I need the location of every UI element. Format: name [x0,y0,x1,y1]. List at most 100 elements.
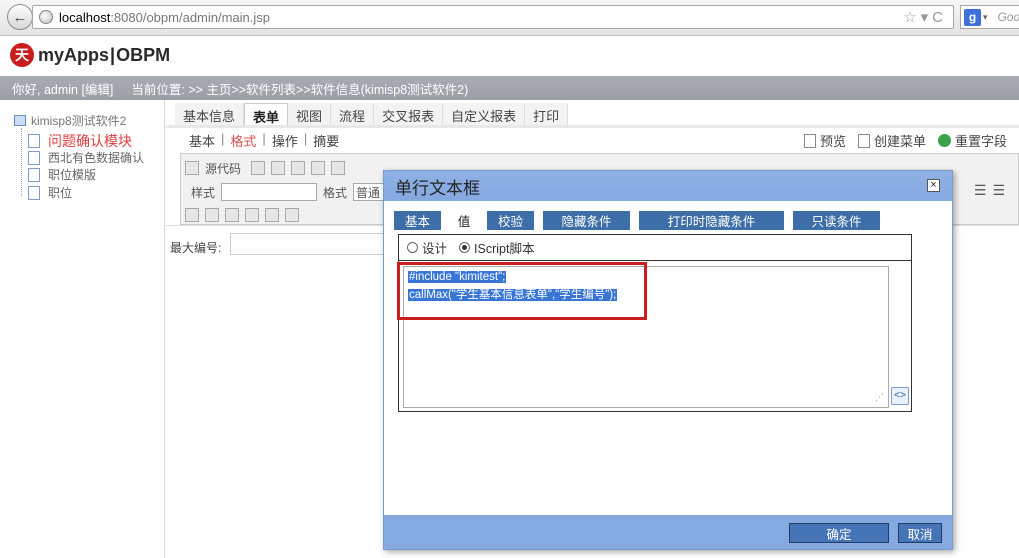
logo-icon: 天 [10,43,34,67]
subtab-format[interactable]: 格式 [224,131,262,150]
dialog-tab-print-hide-condition[interactable]: 打印时隐藏条件 [639,211,784,230]
textarea-icon[interactable] [245,208,259,222]
logo-text-left: myApps [38,44,110,65]
dialog-tabs: 基本 值 校验 隐藏条件 打印时隐藏条件 只读条件 [394,211,889,230]
subtab-basic[interactable]: 基本 [183,131,221,150]
resize-grip-icon[interactable]: ⋰ [875,392,884,403]
cancel-button[interactable]: 取消 [898,523,942,543]
dialog-tab-value[interactable]: 值 [450,211,478,230]
tab-view[interactable]: 视图 [288,103,332,127]
preview-button[interactable]: 预览 [804,131,846,150]
computer-icon [14,115,26,126]
dialog-tab-hide-condition[interactable]: 隐藏条件 [543,211,630,230]
breadcrumb[interactable]: 当前位置: >> 主页>>软件列表>>软件信息(kimisp8测试软件2) [131,79,468,98]
tab-custom-report[interactable]: 自定义报表 [443,103,526,127]
calendar-icon[interactable] [285,208,299,222]
tree-root[interactable]: kimisp8测试软件2 [14,112,126,129]
ok-button[interactable]: 确定 [789,523,889,543]
address-bar[interactable]: localhost:8080/obpm/admin/main.jsp ☆▾C [32,5,954,29]
design-radio[interactable] [407,242,418,253]
main-tabs: 基本信息 表单 视图 流程 交叉报表 自定义报表 打印 [175,103,569,127]
tab-divider [166,125,1019,128]
toolbar-row-2: 样式 格式 普通 [185,181,399,203]
back-button[interactable]: ← [7,4,33,30]
dialog-title: 单行文本框 [395,178,480,198]
sub-tabs: 基本 | 格式 | 操作 | 摘要 [183,131,345,150]
iscript-radio[interactable] [459,242,471,253]
tree-item[interactable]: 西北有色数据确认 [28,149,144,166]
style-label: 样式 [191,185,216,200]
preview-icon[interactable] [271,161,286,175]
search-placeholder: Goo [997,10,1019,24]
design-radio-label[interactable]: 设计 [422,238,447,257]
highlight-box [397,262,647,320]
dialog-tab-basic[interactable]: 基本 [394,211,441,230]
script-helper-icon[interactable]: <> [891,387,909,405]
max-number-label: 最大编号: [170,241,222,255]
bookmark-star-icon[interactable]: ☆▾C [903,8,947,26]
form-actions: 预览 创建菜单 重置字段 [804,131,1019,150]
logo: 天 myApps|OBPM [10,43,170,67]
url-path: :8080/obpm/admin/main.jsp [110,9,271,25]
app-header: 天 myApps|OBPM [0,36,1019,76]
tab-workflow[interactable]: 流程 [331,103,375,127]
document-icon [858,133,870,148]
browser-toolbar: ← localhost:8080/obpm/admin/main.jsp ☆▾C… [0,0,1019,36]
textfield-icon[interactable] [225,208,239,222]
align-icons[interactable]: ☰☰ [974,182,1011,199]
tree-item[interactable]: 职位 [28,184,72,201]
tree-item[interactable]: 职位模版 [28,166,96,183]
radio-icon[interactable] [205,208,219,222]
user-bar: 你好, admin [编辑] 当前位置: >> 主页>>软件列表>>软件信息(k… [0,76,1019,100]
copy-icon[interactable] [251,161,266,175]
textbox-dialog: 单行文本框 × 基本 值 校验 隐藏条件 打印时隐藏条件 只读条件 设计 ISc… [383,170,953,550]
tree-root-label: kimisp8测试软件2 [31,114,127,128]
logo-text-right: OBPM [116,44,171,65]
value-panel: 设计 IScript脚本 #include "kimitest"; callMa… [398,234,912,412]
tab-crosstab[interactable]: 交叉报表 [374,103,444,127]
url-host: localhost [59,9,111,25]
close-icon[interactable]: × [927,179,940,192]
create-menu-button[interactable]: 创建菜单 [858,131,926,150]
iscript-radio-label[interactable]: IScript脚本 [474,238,534,257]
paste-icon[interactable] [331,161,346,175]
tree-item-label: 职位模版 [48,168,97,182]
tree-item[interactable]: 问题确认模块 [28,131,132,151]
template-icon[interactable] [291,161,306,175]
tree-line [21,128,22,196]
document-icon [28,150,40,165]
document-icon [28,134,40,148]
tab-form[interactable]: 表单 [244,103,289,127]
tree-item-label: 职位 [48,186,73,200]
dialog-tab-readonly-condition[interactable]: 只读条件 [793,211,880,230]
google-icon: g [964,8,981,26]
tree-item-label: 问题确认模块 [48,133,132,149]
tab-basic-info[interactable]: 基本信息 [175,103,245,127]
module-tree: kimisp8测试软件2 问题确认模块 西北有色数据确认 职位模版 职位 [0,100,165,558]
document-icon [28,167,40,182]
refresh-icon [938,134,951,147]
dialog-title-bar: 单行文本框 × [384,171,952,201]
mode-radios: 设计 IScript脚本 [399,235,911,261]
dialog-tab-validate[interactable]: 校验 [487,211,534,230]
table-icon[interactable] [265,208,279,222]
reset-fields-button[interactable]: 重置字段 [938,131,1007,150]
style-select[interactable] [221,183,318,201]
max-number-field[interactable] [230,233,390,255]
checkbox-icon[interactable] [185,208,199,222]
tab-print[interactable]: 打印 [525,103,569,127]
subtab-summary[interactable]: 摘要 [307,131,345,150]
dialog-footer: 确定 取消 [384,515,952,549]
preview-icon [804,133,816,148]
cut-icon[interactable] [311,161,326,175]
format-label: 格式 [323,185,348,200]
toolbar-row-3 [185,204,305,226]
document-icon [28,185,40,200]
toolbar-row-1: 源代码 [185,157,351,179]
search-box[interactable]: g ▾ Goo [960,5,1019,29]
source-icon[interactable] [185,161,199,175]
greeting[interactable]: 你好, admin [编辑] [12,79,113,98]
subtab-operation[interactable]: 操作 [266,131,304,150]
chevron-down-icon[interactable]: ▾ [983,12,988,23]
source-button[interactable]: 源代码 [205,160,241,177]
